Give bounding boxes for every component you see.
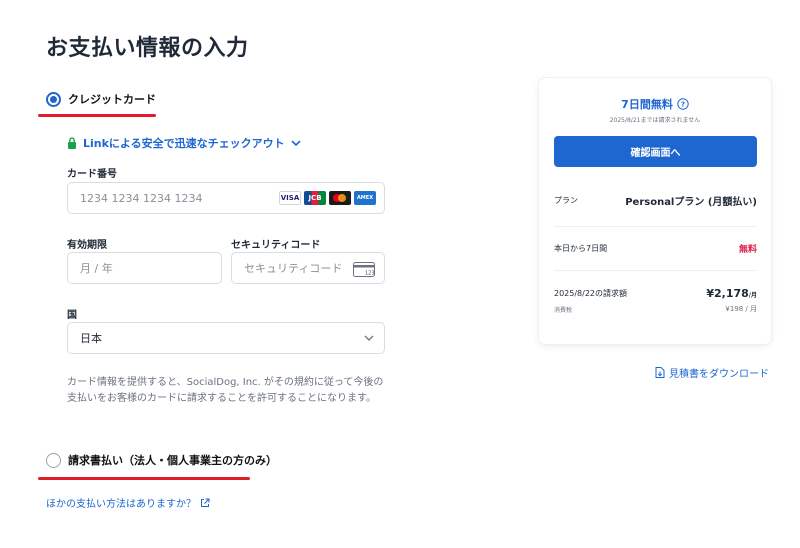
trial-title: 7日間無料 ? (539, 96, 771, 112)
link-checkout-label: Linkによる安全で迅速なチェックアウト (83, 137, 285, 150)
cvc-field[interactable]: 123 (231, 252, 385, 284)
mastercard-icon (329, 191, 351, 205)
invoice-option[interactable]: 請求書払い（法人・個人事業主の方のみ） (46, 452, 277, 468)
trial-subtitle: 2025/8/21までは請求されません (609, 117, 701, 124)
invoice-label: 請求書払い（法人・個人事業主の方のみ） (68, 454, 277, 467)
expiry-field[interactable] (67, 252, 222, 284)
credit-card-option[interactable]: クレジットカード (46, 91, 156, 107)
confirm-button[interactable]: 確認画面へ (554, 136, 757, 167)
chevron-down-icon (291, 139, 301, 146)
cvc-icon-text: 123 (365, 271, 375, 277)
link-checkout-toggle[interactable]: Linkによる安全で迅速なチェックアウト (67, 135, 301, 151)
download-quote-link[interactable]: 見積書をダウンロード (655, 365, 769, 380)
divider (554, 270, 757, 271)
card-number-label: カード番号 (67, 169, 117, 180)
trial-row: 本日から7日間 無料 (554, 242, 757, 255)
cvc-card-icon: 123 (353, 262, 375, 277)
plan-value: Personalプラン (月額払い) (625, 197, 757, 208)
trial-title-text: 7日間無料 (621, 98, 673, 111)
card-brands: VISA JCB AMEX (279, 191, 376, 205)
billing-label: 2025/8/22の請求額 (554, 289, 628, 298)
country-value: 日本 (80, 332, 102, 345)
plan-label: プラン (554, 196, 578, 205)
plan-row: プラン Personalプラン (月額払い) (554, 193, 757, 208)
document-download-icon (655, 367, 665, 378)
credit-card-radio[interactable] (46, 91, 61, 107)
card-disclaimer: カード情報を提供すると、SocialDog, Inc. がその規約に従って今後の… (67, 377, 384, 404)
chevron-down-icon (364, 335, 374, 341)
invoice-radio[interactable] (46, 452, 61, 468)
credit-card-label: クレジットカード (68, 93, 156, 106)
other-payment-methods-link[interactable]: ほかの支払い方法はありますか？ (46, 495, 210, 510)
billing-amount: ¥2,178/月 (706, 287, 757, 300)
tax-label: 消費税 (554, 306, 573, 314)
page-title: お支払い情報の入力 (46, 36, 249, 61)
expiry-input[interactable] (68, 261, 221, 275)
billing-unit: /月 (748, 292, 757, 299)
download-quote-label: 見積書をダウンロード (669, 369, 769, 380)
svg-text:?: ? (681, 101, 685, 109)
amex-icon: AMEX (354, 191, 376, 205)
external-link-icon (201, 498, 210, 507)
billing-amount-value: ¥2,178 (706, 287, 749, 300)
tax-value: ¥198 / 月 (725, 305, 757, 313)
trial-row-value: 無料 (738, 245, 757, 255)
credit-card-highlight (38, 114, 156, 117)
help-icon[interactable]: ? (677, 98, 689, 110)
visa-icon: VISA (279, 191, 301, 205)
billing-row: 2025/8/22の請求額 ¥2,178/月 (554, 287, 757, 300)
other-payment-methods-label: ほかの支払い方法はありますか？ (46, 499, 196, 510)
divider (554, 226, 757, 227)
order-summary-card: 7日間無料 ? 2025/8/21までは請求されません 確認画面へ プラン Pe… (539, 78, 771, 344)
invoice-highlight (38, 477, 250, 480)
tax-row: 消費税 ¥198 / 月 (554, 304, 757, 314)
card-number-field[interactable]: VISA JCB AMEX (67, 182, 385, 214)
expiry-label: 有効期限 (67, 240, 107, 251)
trial-row-label: 本日から7日間 (554, 244, 608, 253)
jcb-icon: JCB (304, 191, 326, 205)
country-select[interactable]: 日本 (67, 322, 385, 354)
lock-icon (68, 137, 76, 149)
country-label: 国 (67, 310, 77, 321)
cvc-label: セキュリティコード (231, 240, 321, 251)
